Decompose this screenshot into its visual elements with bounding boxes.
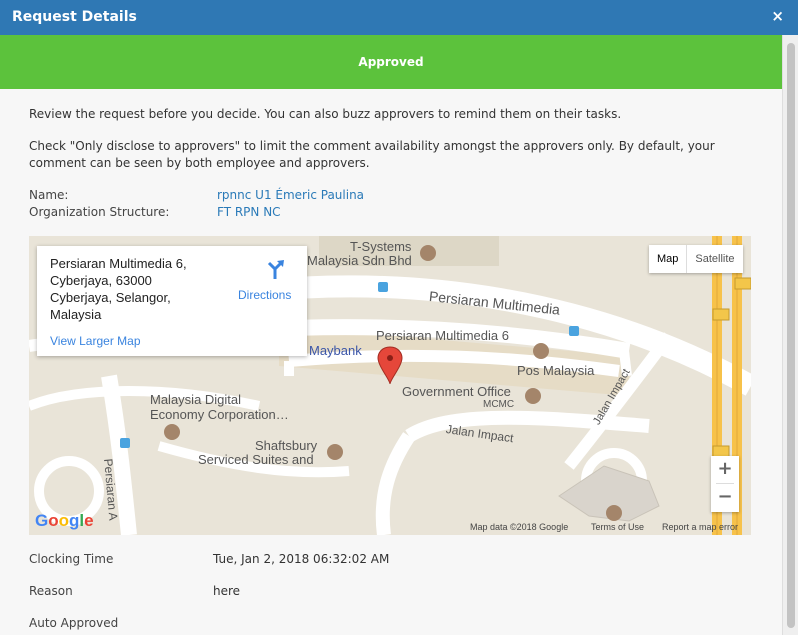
map-type-control: Map Satellite	[649, 245, 743, 273]
intro-text-2: Check "Only disclose to approvers" to li…	[29, 139, 715, 170]
google-logo: Google	[35, 511, 94, 530]
intro-text-1: Review the request before you decide. Yo…	[29, 107, 622, 121]
zoom-control: + −	[711, 456, 739, 512]
reason-label: Reason	[29, 584, 73, 598]
map-place-shaftsbury-2: Serviced Suites and	[198, 452, 314, 467]
status-text: Approved	[358, 55, 424, 69]
location-map[interactable]: T-Systems Malaysia Sdn Bhd Persiaran Mul…	[29, 236, 751, 535]
map-place-pos-malaysia: Pos Malaysia	[517, 363, 595, 378]
zoom-divider	[716, 483, 734, 484]
status-banner: Approved	[0, 35, 782, 89]
map-place-shaftsbury: Shaftsbury	[255, 438, 318, 453]
directions-icon[interactable]	[263, 257, 287, 281]
org-structure-label: Organization Structure:	[29, 205, 170, 219]
directions-link[interactable]: Directions	[238, 288, 291, 302]
map-place-mcmc: MCMC	[483, 399, 515, 410]
clocking-time-value: Tue, Jan 2, 2018 06:32:02 AM	[213, 552, 390, 566]
close-icon[interactable]: ×	[771, 7, 784, 25]
map-address: Persiaran Multimedia 6, Cyberjaya, 63000…	[50, 256, 187, 322]
reason-value: here	[213, 584, 241, 598]
map-info-card: Persiaran Multimedia 6, Cyberjaya, 63000…	[37, 246, 307, 356]
view-larger-map-link[interactable]: View Larger Map	[50, 334, 141, 348]
map-place-government-office: Government Office	[402, 384, 511, 399]
dialog-titlebar: Request Details ×	[0, 0, 798, 35]
terms-of-use-link[interactable]: Terms of Use	[591, 522, 644, 535]
dialog-title: Request Details	[12, 9, 137, 25]
map-place-mdec-2: Economy Corporation…	[150, 407, 289, 422]
map-data-attribution: Map data ©2018 Google	[470, 522, 569, 532]
auto-approved-label: Auto Approved	[29, 616, 119, 630]
map-type-map-button[interactable]: Map	[649, 245, 688, 273]
map-place-mdec: Malaysia Digital	[150, 392, 242, 407]
zoom-in-button[interactable]: +	[711, 456, 739, 484]
zoom-out-button[interactable]: −	[711, 484, 739, 512]
map-place-maybank: Maybank	[309, 343, 362, 358]
name-label: Name:	[29, 188, 69, 202]
map-road-persiaran-multimedia-6: Persiaran Multimedia 6	[376, 328, 509, 343]
map-place-tsystems: T-Systems	[350, 239, 412, 254]
org-structure-link[interactable]: FT RPN NC	[217, 205, 281, 219]
dialog-content: Review the request before you decide. Yo…	[0, 89, 782, 635]
scrollbar-thumb[interactable]	[787, 43, 795, 628]
name-link[interactable]: rpnnc U1 Émeric Paulina	[217, 188, 364, 202]
map-place-tsystems-2: Malaysia Sdn Bhd	[307, 253, 412, 268]
map-type-satellite-button[interactable]: Satellite	[687, 245, 742, 273]
report-map-error-link[interactable]: Report a map error	[662, 522, 738, 535]
clocking-time-label: Clocking Time	[29, 552, 114, 566]
vertical-scrollbar[interactable]	[782, 35, 798, 635]
